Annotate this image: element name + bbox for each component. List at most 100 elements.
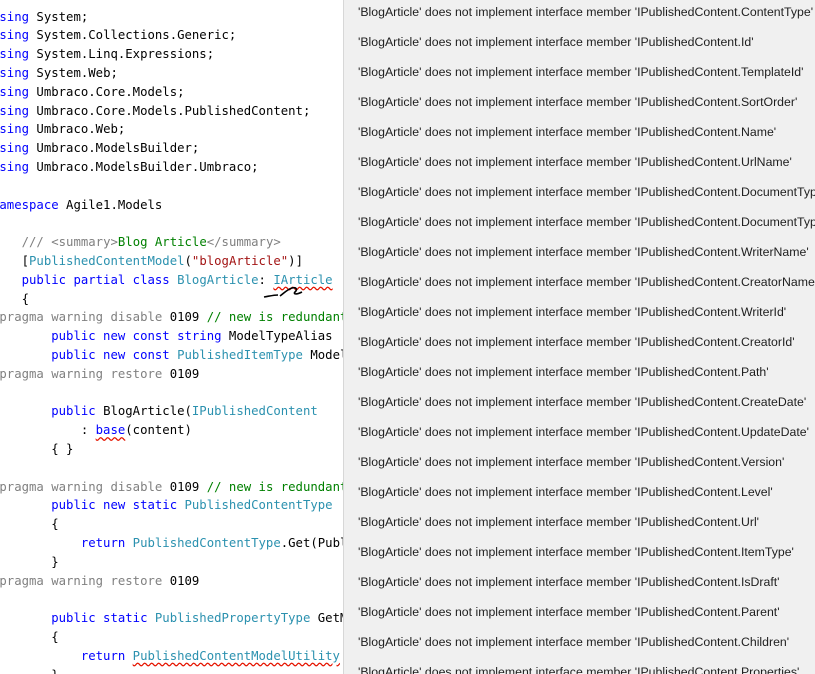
code-token: PublishedContentModelUtility xyxy=(132,648,340,663)
code-token: using xyxy=(0,9,30,24)
code-token: System.Linq.Expressions; xyxy=(29,47,215,62)
code-line: } xyxy=(0,553,59,572)
code-token: GetModelPropertyType xyxy=(317,611,343,626)
code-token: Umbraco.ModelsBuilder; xyxy=(29,141,200,156)
code-token: Umbraco.Web; xyxy=(29,122,126,137)
code-token: )] xyxy=(288,253,303,268)
code-token: 0109 xyxy=(169,310,207,325)
code-line: namespace Agile1.Models xyxy=(0,196,162,215)
code-token: IPublishedContent xyxy=(191,404,318,419)
code-token: // new is redundant xyxy=(206,310,343,325)
code-token: return xyxy=(80,648,133,663)
code-token: 0109 xyxy=(169,479,207,494)
code-token: Agile1.Models xyxy=(58,197,163,212)
code-line: { xyxy=(0,290,29,309)
error-message: 'BlogArticle' does not implement interfa… xyxy=(358,155,792,169)
cursor-scribble xyxy=(263,286,303,298)
code-token: PublishedContentModel xyxy=(29,253,185,268)
code-token: namespace xyxy=(0,197,59,212)
code-token: Umbraco.Core.Models.PublishedContent; xyxy=(29,103,311,118)
code-line: public new const PublishedItemType Model… xyxy=(0,346,343,365)
error-message: 'BlogArticle' does not implement interfa… xyxy=(358,485,773,499)
code-line: using System.Linq.Expressions; xyxy=(0,45,214,64)
code-line: using System; xyxy=(0,8,88,27)
error-message: 'BlogArticle' does not implement interfa… xyxy=(358,5,814,19)
code-line: #pragma warning disable 0109 // new is r… xyxy=(0,478,343,497)
code-token: public xyxy=(51,404,104,419)
code-token: : xyxy=(0,423,96,438)
code-line: public static PublishedPropertyType GetM… xyxy=(0,609,343,628)
code-line: using Umbraco.ModelsBuilder; xyxy=(0,139,199,158)
code-token: Umbraco.Core.Models; xyxy=(29,84,185,99)
code-token: ModelTypeAlias xyxy=(228,329,333,344)
code-token: { xyxy=(51,629,59,644)
code-token: </summary> xyxy=(206,235,281,250)
error-message: 'BlogArticle' does not implement interfa… xyxy=(358,245,809,259)
code-token: using xyxy=(0,47,30,62)
code-token: #pragma warning restore xyxy=(0,573,170,588)
code-token: System.Collections.Generic; xyxy=(29,28,237,43)
code-line: return PublishedContentModelUtility xyxy=(0,647,340,666)
code-token: public new const xyxy=(51,347,178,362)
error-message: 'BlogArticle' does not implement interfa… xyxy=(358,275,815,289)
code-line: { xyxy=(0,515,59,534)
code-token: 0109 xyxy=(169,366,200,381)
error-message: 'BlogArticle' does not implement interfa… xyxy=(358,635,790,649)
code-token: public new const string xyxy=(51,329,229,344)
code-token: #pragma warning restore xyxy=(0,366,170,381)
code-token: PublishedPropertyType xyxy=(154,611,318,626)
code-line: : base(content) xyxy=(0,421,192,440)
code-token: using xyxy=(0,122,30,137)
code-token: } xyxy=(51,554,59,569)
error-tooltip-list: 'BlogArticle' does not implement interfa… xyxy=(343,0,815,674)
code-line: using Umbraco.Core.Models; xyxy=(0,83,185,102)
code-line: using Umbraco.ModelsBuilder.Umbraco; xyxy=(0,158,259,177)
code-token: PublishedContentType xyxy=(184,498,333,513)
error-message: 'BlogArticle' does not implement interfa… xyxy=(358,65,804,79)
code-token: // new is redundant xyxy=(206,479,343,494)
code-line: public new const string ModelTypeAlias xyxy=(0,327,333,346)
code-token: System.Web; xyxy=(29,65,118,80)
code-token: { xyxy=(21,291,30,306)
error-message: 'BlogArticle' does not implement interfa… xyxy=(358,215,815,229)
code-token: public static xyxy=(51,611,155,626)
error-message: 'BlogArticle' does not implement interfa… xyxy=(358,455,785,469)
error-message: 'BlogArticle' does not implement interfa… xyxy=(358,95,798,109)
code-line: #pragma warning restore 0109 xyxy=(0,572,199,591)
code-editor[interactable]: using System;using System.Collections.Ge… xyxy=(0,0,343,674)
code-line: public BlogArticle(IPublishedContent xyxy=(0,402,318,421)
code-token: (content) xyxy=(125,423,192,438)
code-token: using xyxy=(0,84,30,99)
code-line: using System.Web; xyxy=(0,64,118,83)
error-message: 'BlogArticle' does not implement interfa… xyxy=(358,545,794,559)
code-token: using xyxy=(0,28,30,43)
code-line: [PublishedContentModel("blogArticle")] xyxy=(0,252,303,271)
error-message: 'BlogArticle' does not implement interfa… xyxy=(358,665,800,674)
code-line: #pragma warning restore 0109 xyxy=(0,365,199,384)
code-token: base xyxy=(95,423,126,438)
code-line: #pragma warning disable 0109 // new is r… xyxy=(0,308,343,327)
code-line: return PublishedContentType.Get(Publishe… xyxy=(0,534,343,553)
code-token: #pragma warning disable xyxy=(0,479,170,494)
code-token: PublishedItemType xyxy=(177,347,311,362)
code-token: ( xyxy=(184,253,192,268)
error-message: 'BlogArticle' does not implement interfa… xyxy=(358,575,780,589)
code-token: System; xyxy=(29,9,89,24)
code-token: using xyxy=(0,103,30,118)
code-line: using Umbraco.Core.Models.PublishedConte… xyxy=(0,102,310,121)
code-line: public new static PublishedContentType xyxy=(0,496,333,515)
code-token: Blog Article xyxy=(117,235,207,250)
code-token: { xyxy=(51,517,59,532)
code-token: 0109 xyxy=(169,573,200,588)
code-token: [ xyxy=(21,253,30,268)
code-token: using xyxy=(0,141,30,156)
code-token: #pragma warning disable xyxy=(0,310,170,325)
error-message: 'BlogArticle' does not implement interfa… xyxy=(358,305,787,319)
code-line: using System.Collections.Generic; xyxy=(0,26,236,45)
code-token: } xyxy=(0,668,58,674)
